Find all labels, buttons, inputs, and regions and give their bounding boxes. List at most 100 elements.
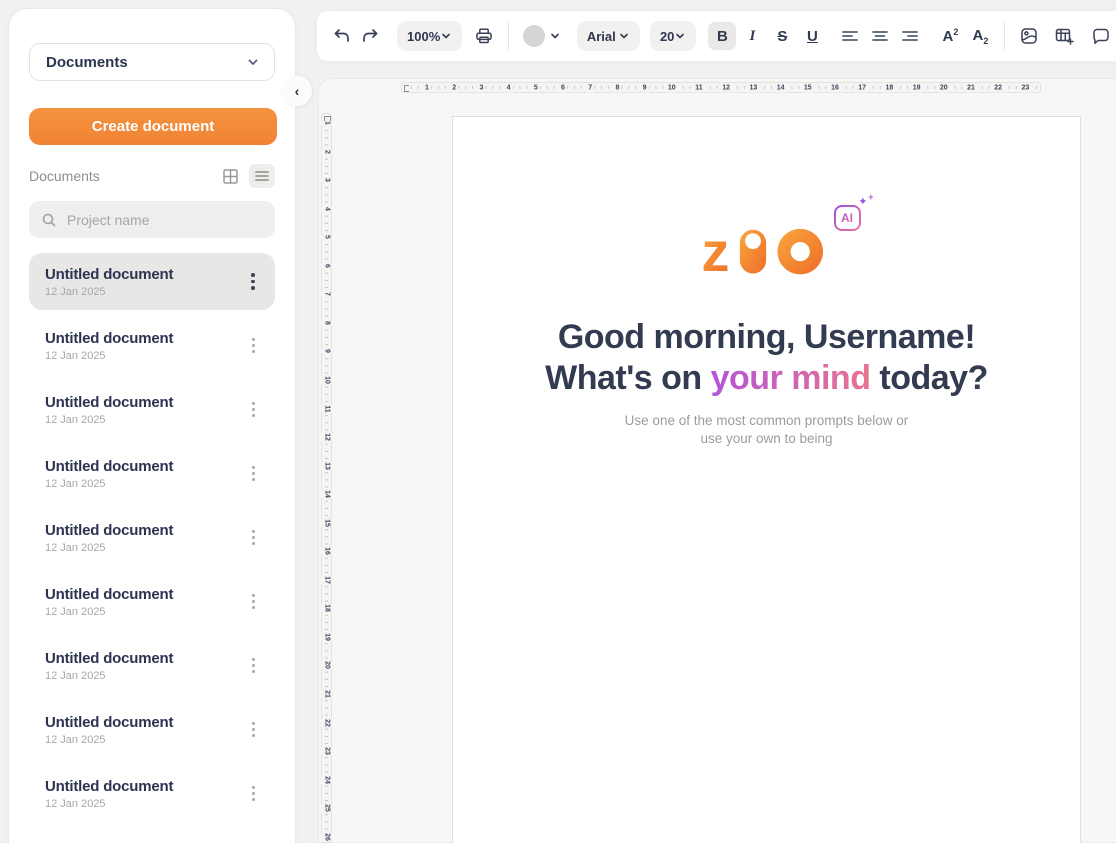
sidebar-collapse-button[interactable]: ‹	[282, 76, 312, 106]
greeting-subtitle: Use one of the most common prompts below…	[453, 412, 1080, 448]
font-size-value: 20	[660, 29, 674, 44]
ai-badge: AI ✦ +	[834, 205, 861, 231]
zio-logo: z AI ✦ +	[701, 221, 833, 277]
redo-button[interactable]	[357, 22, 385, 50]
color-swatch-icon	[523, 25, 545, 47]
search-input[interactable]	[67, 212, 263, 228]
comments-button[interactable]	[1087, 22, 1115, 50]
underline-button[interactable]: U	[798, 22, 826, 50]
insert-image-button[interactable]	[1015, 22, 1043, 50]
print-button[interactable]	[470, 22, 498, 50]
document-title: Untitled document	[45, 394, 243, 411]
superscript-base: A	[942, 28, 953, 45]
subscript-script: 2	[983, 36, 988, 46]
document-date: 12 Jan 2025	[45, 798, 243, 810]
grid-view-icon[interactable]	[217, 164, 243, 188]
document-date: 12 Jan 2025	[45, 286, 243, 298]
chevron-down-icon	[549, 30, 561, 42]
font-family-value: Arial	[587, 29, 616, 44]
greeting-heading: Good morning, Username! What's on your m…	[453, 317, 1080, 399]
kebab-menu-icon[interactable]	[243, 526, 263, 550]
chevron-left-icon: ‹	[295, 83, 300, 99]
document-list-item[interactable]: Untitled document 12 Jan 2025	[29, 765, 275, 822]
document-title: Untitled document	[45, 330, 243, 347]
bold-button[interactable]: B	[708, 22, 736, 50]
superscript-button[interactable]: A2	[936, 22, 964, 50]
italic-button[interactable]: I	[738, 22, 766, 50]
document-title: Untitled document	[45, 778, 243, 795]
kebab-menu-icon[interactable]	[243, 654, 263, 678]
document-title: Untitled document	[45, 266, 243, 283]
subtitle-line1: Use one of the most common prompts below…	[625, 413, 909, 428]
kebab-menu-icon[interactable]	[243, 590, 263, 614]
document-date: 12 Jan 2025	[45, 734, 243, 746]
document-list-item[interactable]: Untitled document 12 Jan 2025	[29, 573, 275, 630]
document-list: Untitled document 12 Jan 2025 Untitled d…	[9, 253, 295, 822]
document-date: 12 Jan 2025	[45, 414, 243, 426]
align-right-button[interactable]	[896, 22, 924, 50]
greeting-line2-post: today?	[870, 359, 987, 397]
insert-table-button[interactable]	[1051, 22, 1079, 50]
workspace-selector[interactable]: Documents	[29, 43, 275, 81]
document-list-item[interactable]: Untitled document 12 Jan 2025	[29, 701, 275, 758]
toolbar-divider	[508, 22, 509, 50]
subscript-base: A	[972, 27, 983, 44]
create-document-button[interactable]: Create document	[29, 108, 277, 145]
sparkle-plus-icon: +	[868, 193, 873, 201]
document-date: 12 Jan 2025	[45, 606, 243, 618]
list-view-icon[interactable]	[249, 164, 275, 188]
strikethrough-label: S	[777, 28, 787, 45]
document-list-item[interactable]: Untitled document 12 Jan 2025	[29, 637, 275, 694]
search-box[interactable]	[29, 201, 275, 238]
align-center-button[interactable]	[866, 22, 894, 50]
greeting-accent: your mind	[711, 359, 871, 397]
kebab-menu-icon[interactable]	[243, 398, 263, 422]
zoom-select[interactable]: 100%	[397, 21, 462, 51]
chevron-down-icon	[246, 55, 260, 69]
superscript-script: 2	[953, 27, 958, 37]
align-left-button[interactable]	[836, 22, 864, 50]
strikethrough-button[interactable]: S	[768, 22, 796, 50]
chevron-down-icon	[618, 30, 630, 42]
document-title: Untitled document	[45, 586, 243, 603]
ai-badge-label: AI	[841, 211, 853, 225]
kebab-menu-icon[interactable]	[243, 270, 263, 294]
subscript-button[interactable]: A2	[966, 22, 994, 50]
chevron-down-icon	[440, 30, 452, 42]
workspace-selector-label: Documents	[46, 54, 128, 71]
document-list-item[interactable]: Untitled document 12 Jan 2025	[29, 445, 275, 502]
editor-workspace: 1234567891011121314151617181920212223 12…	[318, 78, 1116, 843]
document-title: Untitled document	[45, 650, 243, 667]
document-title: Untitled document	[45, 714, 243, 731]
document-list-item[interactable]: Untitled document 12 Jan 2025	[29, 509, 275, 566]
document-list-item[interactable]: Untitled document 12 Jan 2025	[29, 381, 275, 438]
horizontal-ruler: 1234567891011121314151617181920212223	[401, 82, 1041, 93]
documents-section-label: Documents	[29, 168, 100, 184]
kebab-menu-icon[interactable]	[243, 334, 263, 358]
document-date: 12 Jan 2025	[45, 350, 243, 362]
formatting-toolbar: 100% Arial 20 B I S U A2 A2	[316, 10, 1116, 62]
sidebar: Documents Create document Documents Unti…	[8, 8, 296, 843]
document-date: 12 Jan 2025	[45, 542, 243, 554]
greeting-line1: Good morning, Username!	[558, 318, 975, 356]
document-list-item[interactable]: Untitled document 12 Jan 2025	[29, 253, 275, 310]
kebab-menu-icon[interactable]	[243, 462, 263, 486]
document-title: Untitled document	[45, 458, 243, 475]
zoom-value: 100%	[407, 29, 440, 44]
kebab-menu-icon[interactable]	[243, 782, 263, 806]
document-page[interactable]: z AI ✦ + Good morning, Username! What's …	[452, 116, 1081, 843]
bold-label: B	[717, 28, 728, 45]
underline-label: U	[807, 28, 818, 45]
text-color-select[interactable]	[523, 25, 561, 47]
kebab-menu-icon[interactable]	[243, 718, 263, 742]
document-title: Untitled document	[45, 522, 243, 539]
chevron-down-icon	[674, 30, 686, 42]
greeting-line2-pre: What's on	[545, 359, 711, 397]
sparkle-icon: ✦	[858, 197, 867, 207]
font-family-select[interactable]: Arial	[577, 21, 640, 51]
undo-button[interactable]	[327, 22, 355, 50]
search-icon	[41, 212, 57, 228]
font-size-select[interactable]: 20	[650, 21, 696, 51]
document-list-item[interactable]: Untitled document 12 Jan 2025	[29, 317, 275, 374]
document-date: 12 Jan 2025	[45, 670, 243, 682]
